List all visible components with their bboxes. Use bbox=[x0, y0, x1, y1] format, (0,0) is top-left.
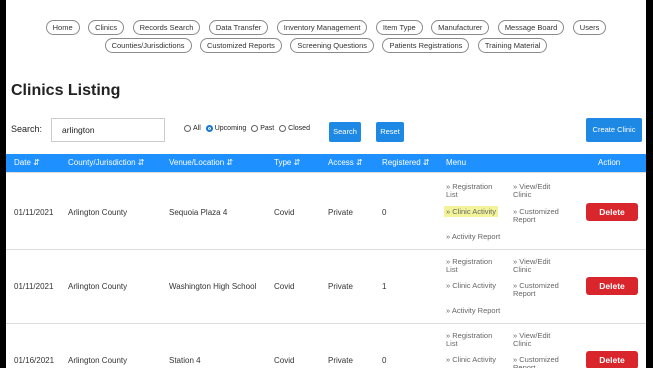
row-type: Covid bbox=[274, 208, 295, 217]
nav-home[interactable]: Home bbox=[45, 20, 80, 35]
reset-button[interactable]: Reset bbox=[376, 122, 404, 142]
nav-patients-registrations[interactable]: Patients Registrations bbox=[382, 38, 470, 53]
clinic-activity-link[interactable]: » Clinic Activity bbox=[446, 356, 496, 364]
view-edit-clinic-link[interactable]: » View/Edit Clinic bbox=[513, 332, 568, 348]
customized-report-link[interactable]: » Customized Report bbox=[513, 282, 568, 298]
search-button[interactable]: Search bbox=[329, 122, 361, 142]
table-row: 01/11/2021 Arlington County Sequoia Plaz… bbox=[6, 172, 646, 250]
row-access: Private bbox=[328, 208, 353, 217]
app-frame: Home Clinics Records Search Data Transfe… bbox=[6, 0, 646, 368]
nav-message-board[interactable]: Message Board bbox=[497, 20, 565, 35]
activity-report-link[interactable]: » Activity Report bbox=[446, 233, 500, 241]
row-county: Arlington County bbox=[68, 208, 128, 217]
view-edit-clinic-link[interactable]: » View/Edit Clinic bbox=[513, 183, 568, 199]
delete-button[interactable]: Delete bbox=[586, 277, 638, 295]
row-registered: 0 bbox=[382, 356, 387, 365]
col-date[interactable]: Date ⇵ bbox=[14, 158, 40, 167]
filter-past[interactable]: Past bbox=[248, 125, 274, 132]
registration-list-link[interactable]: » Registration List bbox=[446, 183, 506, 199]
filter-closed[interactable]: Closed bbox=[276, 125, 310, 132]
nav-counties-jurisdictions[interactable]: Counties/Jurisdictions bbox=[104, 38, 192, 53]
col-action: Action bbox=[598, 158, 621, 167]
row-access: Private bbox=[328, 356, 353, 365]
col-registered[interactable]: Registered ⇵ bbox=[382, 158, 430, 167]
col-access[interactable]: Access ⇵ bbox=[328, 158, 363, 167]
nav-row-2: Counties/Jurisdictions Customized Report… bbox=[6, 38, 646, 56]
nav-records-search[interactable]: Records Search bbox=[132, 20, 201, 35]
clinic-activity-link[interactable]: » Clinic Activity bbox=[446, 282, 496, 290]
customized-report-link[interactable]: » Customized Report bbox=[513, 208, 568, 224]
registration-list-link[interactable]: » Registration List bbox=[446, 258, 506, 274]
view-edit-clinic-link[interactable]: » View/Edit Clinic bbox=[513, 258, 568, 274]
delete-button[interactable]: Delete bbox=[586, 203, 638, 221]
filter-radio-group: All Upcoming Past Closed bbox=[181, 125, 310, 132]
page-title: Clinics Listing bbox=[11, 82, 121, 99]
row-registered: 0 bbox=[382, 208, 387, 217]
delete-button[interactable]: Delete bbox=[586, 351, 638, 368]
nav-inventory-management[interactable]: Inventory Management bbox=[276, 20, 368, 35]
radio-icon bbox=[184, 125, 191, 132]
radio-icon bbox=[279, 125, 287, 132]
nav-users[interactable]: Users bbox=[572, 20, 607, 35]
row-date: 01/11/2021 bbox=[14, 208, 54, 217]
col-menu: Menu bbox=[446, 158, 467, 167]
row-date: 01/16/2021 bbox=[14, 356, 55, 365]
clinic-activity-highlight: » Clinic Activity bbox=[444, 206, 499, 217]
nav-training-material[interactable]: Training Material bbox=[477, 38, 548, 53]
col-venue[interactable]: Venue/Location ⇵ bbox=[169, 158, 233, 167]
row-venue: Washington High School bbox=[169, 282, 257, 291]
registration-list-link[interactable]: » Registration List bbox=[446, 332, 506, 348]
row-county: Arlington County bbox=[68, 282, 128, 291]
create-clinic-button[interactable]: Create Clinic bbox=[586, 118, 642, 142]
col-county[interactable]: County/Jurisdiction ⇵ bbox=[68, 158, 145, 167]
table-row: 01/11/2021 Arlington County Washington H… bbox=[6, 249, 646, 324]
row-venue: Sequoia Plaza 4 bbox=[169, 208, 228, 217]
search-input[interactable]: arlington bbox=[51, 118, 165, 142]
row-date: 01/11/2021 bbox=[14, 282, 54, 291]
filter-all[interactable]: All bbox=[181, 125, 201, 132]
nav-clinics[interactable]: Clinics bbox=[88, 20, 125, 35]
filter-upcoming[interactable]: Upcoming bbox=[203, 125, 246, 132]
nav-manufacturer[interactable]: Manufacturer bbox=[431, 20, 490, 35]
nav-screening-questions[interactable]: Screening Questions bbox=[290, 38, 374, 53]
activity-report-link[interactable]: » Activity Report bbox=[446, 307, 500, 315]
nav-customized-reports[interactable]: Customized Reports bbox=[199, 38, 282, 53]
row-county: Arlington County bbox=[68, 356, 128, 365]
clinic-activity-link[interactable]: » Clinic Activity bbox=[444, 206, 499, 217]
table-header: Date ⇵ County/Jurisdiction ⇵ Venue/Locat… bbox=[6, 154, 646, 172]
nav-data-transfer[interactable]: Data Transfer bbox=[208, 20, 269, 35]
nav-row-1: Home Clinics Records Search Data Transfe… bbox=[6, 20, 646, 38]
row-registered: 1 bbox=[382, 282, 387, 291]
table-row: 01/16/2021 Arlington County Station 4 Co… bbox=[6, 323, 646, 368]
radio-icon bbox=[251, 125, 259, 132]
row-type: Covid bbox=[274, 356, 295, 365]
nav-item-type[interactable]: Item Type bbox=[375, 20, 423, 35]
row-venue: Station 4 bbox=[169, 356, 201, 365]
row-access: Private bbox=[328, 282, 353, 291]
radio-selected-icon bbox=[205, 125, 213, 132]
col-type[interactable]: Type ⇵ bbox=[274, 158, 300, 167]
search-label: Search: bbox=[11, 124, 43, 134]
customized-report-link[interactable]: » Customized Report bbox=[513, 356, 568, 368]
row-type: Covid bbox=[274, 282, 295, 291]
